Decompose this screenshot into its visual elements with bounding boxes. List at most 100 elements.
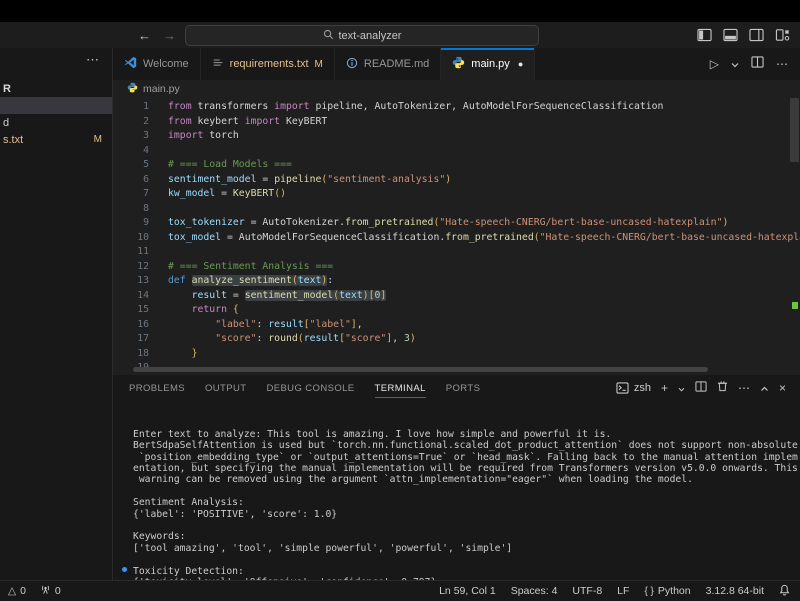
python-interpreter-status[interactable]: 3.12.8 64-bit bbox=[706, 585, 764, 597]
breadcrumb-file: main.py bbox=[143, 83, 180, 95]
customize-layout-icon[interactable] bbox=[775, 28, 790, 42]
panel-tab-debug-console[interactable]: DEBUG CONSOLE bbox=[266, 375, 354, 401]
vscode-logo-icon bbox=[124, 56, 137, 72]
cursor-position-status[interactable]: Ln 59, Col 1 bbox=[439, 585, 496, 597]
terminal-line bbox=[133, 486, 800, 497]
toggle-primary-sidebar-icon[interactable] bbox=[697, 28, 712, 42]
terminal-line: warning can be removed using the argumen… bbox=[133, 474, 800, 485]
editor-tab-bar: Welcome requirements.txt M README.md ma bbox=[113, 48, 800, 80]
panel-header: PROBLEMS OUTPUT DEBUG CONSOLE TERMINAL P… bbox=[113, 375, 800, 401]
explorer-item-selected[interactable] bbox=[0, 97, 112, 114]
code-editor[interactable]: 1from transformers import pipeline, Auto… bbox=[113, 98, 800, 375]
terminal-line: {'label': 'POSITIVE', 'score': 1.0} bbox=[133, 509, 800, 520]
code-line: 16 "label": result["label"], bbox=[113, 318, 800, 333]
vertical-scrollbar[interactable] bbox=[790, 98, 799, 162]
encoding-status[interactable]: UTF-8 bbox=[572, 585, 602, 597]
status-bar: △ 0 0 Ln 59, Col 1 Spaces: 4 UTF-8 LF { … bbox=[0, 580, 800, 601]
tab-welcome[interactable]: Welcome bbox=[113, 48, 201, 80]
panel-tab-problems[interactable]: PROBLEMS bbox=[129, 375, 185, 401]
code-line: 12# === Sentiment Analysis === bbox=[113, 260, 800, 275]
terminal-line: Sentiment Analysis: bbox=[133, 497, 800, 508]
terminal-line: ['tool amazing', 'tool', 'simple powerfu… bbox=[133, 543, 800, 554]
code-line: 13def analyze_sentiment(text): bbox=[113, 274, 800, 289]
code-lines: 1from transformers import pipeline, Auto… bbox=[113, 100, 800, 375]
toggle-secondary-sidebar-icon[interactable] bbox=[749, 28, 764, 42]
dirty-dot-icon[interactable]: ● bbox=[518, 59, 523, 69]
explorer-item-readme[interactable]: d bbox=[0, 114, 112, 131]
modified-badge: M bbox=[94, 134, 102, 145]
kill-terminal-icon[interactable] bbox=[717, 379, 728, 397]
terminal-icon bbox=[616, 382, 629, 394]
eol-status[interactable]: LF bbox=[617, 585, 629, 597]
title-bar: ← → text-analyzer bbox=[0, 22, 800, 49]
terminal-dropdown-chevron-icon[interactable] bbox=[678, 379, 685, 397]
split-terminal-icon[interactable] bbox=[695, 379, 707, 397]
command-center-search[interactable]: text-analyzer bbox=[185, 25, 539, 46]
broadcast-antenna-icon bbox=[40, 584, 51, 598]
terminal-line bbox=[133, 520, 800, 531]
explorer-more-actions-icon[interactable]: ⋯ bbox=[86, 52, 100, 68]
search-icon bbox=[323, 29, 334, 43]
shell-selector[interactable]: zsh bbox=[616, 382, 651, 394]
python-icon bbox=[127, 82, 138, 96]
overview-ruler-mark bbox=[792, 302, 798, 309]
run-python-file-icon[interactable]: ▷ bbox=[710, 57, 719, 71]
modified-badge: M bbox=[315, 59, 323, 70]
maximize-panel-icon[interactable] bbox=[760, 379, 769, 397]
explorer-section-header[interactable]: R bbox=[0, 80, 112, 97]
braces-icon: { } bbox=[644, 586, 653, 597]
command-decoration-dot[interactable] bbox=[122, 567, 127, 572]
code-line: 1from transformers import pipeline, Auto… bbox=[113, 100, 800, 115]
terminal-content[interactable]: Enter text to analyze: This tool is amaz… bbox=[113, 401, 800, 580]
forward-icon[interactable]: → bbox=[163, 28, 176, 43]
notifications-bell-icon[interactable] bbox=[779, 584, 790, 599]
terminal-line: Keywords: bbox=[133, 531, 800, 542]
tab-main-py[interactable]: main.py ● bbox=[441, 48, 535, 80]
close-panel-icon[interactable]: × bbox=[779, 382, 786, 394]
panel-more-actions-icon[interactable]: ⋯ bbox=[738, 382, 750, 394]
editor-more-actions-icon[interactable]: ⋯ bbox=[776, 57, 788, 71]
terminal-line: `position_embedding_type` or `output_att… bbox=[133, 452, 800, 463]
explorer-item-requirements[interactable]: s.txt M bbox=[0, 131, 112, 148]
code-line: 6sentiment_model = pipeline("sentiment-a… bbox=[113, 173, 800, 188]
new-terminal-icon[interactable]: + bbox=[661, 382, 668, 394]
terminal-line: Enter text to analyze: This tool is amaz… bbox=[133, 429, 800, 440]
ports-forwarded-status[interactable]: 0 bbox=[40, 584, 61, 598]
terminal-line bbox=[133, 554, 800, 565]
code-line: 15 return { bbox=[113, 303, 800, 318]
panel-tab-ports[interactable]: PORTS bbox=[446, 375, 481, 401]
language-mode-status[interactable]: { } Python bbox=[644, 585, 690, 597]
panel-tab-output[interactable]: OUTPUT bbox=[205, 375, 246, 401]
bottom-panel: PROBLEMS OUTPUT DEBUG CONSOLE TERMINAL P… bbox=[113, 375, 800, 580]
back-icon[interactable]: ← bbox=[138, 28, 151, 43]
breadcrumb[interactable]: main.py bbox=[113, 80, 800, 98]
code-line: 4 bbox=[113, 144, 800, 159]
code-line: 11 bbox=[113, 245, 800, 260]
terminal-lines: Enter text to analyze: This tool is amaz… bbox=[133, 429, 800, 580]
code-line: 8 bbox=[113, 202, 800, 217]
warning-triangle-icon: △ bbox=[8, 585, 16, 597]
text-file-icon bbox=[212, 57, 224, 72]
terminal-line: entation, but specifying the manual impl… bbox=[133, 463, 800, 474]
code-line: 9tox_tokenizer = AutoTokenizer.from_pret… bbox=[113, 216, 800, 231]
warnings-status[interactable]: △ 0 bbox=[8, 585, 26, 597]
terminal-line: Toxicity Detection: bbox=[133, 566, 800, 577]
search-value: text-analyzer bbox=[339, 30, 402, 42]
tab-readme-md[interactable]: README.md bbox=[335, 48, 441, 80]
code-line: 14 result = sentiment_model(text)[0] bbox=[113, 289, 800, 304]
code-line: 18 } bbox=[113, 347, 800, 362]
python-icon bbox=[452, 56, 465, 72]
code-line: 10tox_model = AutoModelForSequenceClassi… bbox=[113, 231, 800, 246]
panel-tab-terminal[interactable]: TERMINAL bbox=[375, 375, 426, 401]
indentation-status[interactable]: Spaces: 4 bbox=[511, 585, 558, 597]
tab-requirements-txt[interactable]: requirements.txt M bbox=[201, 48, 335, 80]
code-line: 5# === Load Models === bbox=[113, 158, 800, 173]
horizontal-scrollbar[interactable] bbox=[133, 367, 708, 372]
code-line: 17 "score": round(result["score"], 3) bbox=[113, 332, 800, 347]
code-line: 2from keybert import KeyBERT bbox=[113, 115, 800, 130]
split-editor-icon[interactable] bbox=[751, 55, 764, 73]
toggle-panel-icon[interactable] bbox=[723, 28, 738, 42]
explorer-sidebar: ⋯ R d s.txt M bbox=[0, 48, 113, 580]
info-icon bbox=[346, 57, 358, 72]
run-dropdown-chevron-icon[interactable] bbox=[731, 55, 739, 73]
